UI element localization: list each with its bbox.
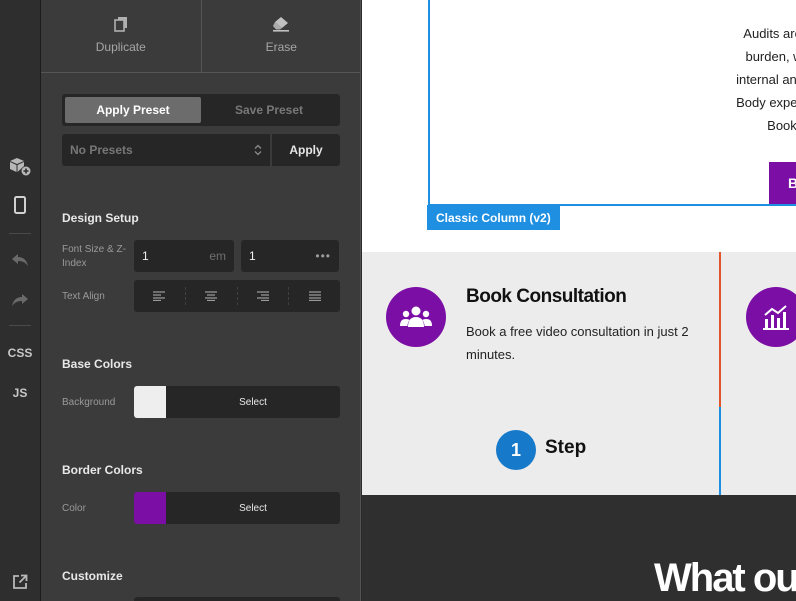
z-index-input[interactable]: 1 ••• bbox=[241, 240, 339, 272]
settings-panel: Duplicate Erase Apply Preset Save Preset… bbox=[41, 0, 361, 601]
align-justify-icon[interactable] bbox=[288, 287, 340, 305]
font-size-value: 1 bbox=[142, 249, 149, 263]
js-button[interactable]: JS bbox=[0, 384, 40, 402]
card-description: Book a free video consultation in just 2… bbox=[466, 324, 689, 362]
users-icon bbox=[386, 287, 446, 347]
mobile-icon[interactable] bbox=[0, 194, 40, 216]
align-left-icon[interactable] bbox=[134, 287, 185, 305]
book-button[interactable]: B bbox=[769, 162, 796, 204]
chevron-updown-icon bbox=[254, 144, 262, 156]
erase-button[interactable]: Erase bbox=[200, 0, 362, 72]
z-index-value: 1 bbox=[249, 249, 256, 263]
redo-icon[interactable] bbox=[0, 290, 40, 310]
css-button[interactable]: CSS bbox=[0, 344, 40, 362]
page-canvas: Audits are challengin burden, whether yo… bbox=[362, 0, 796, 601]
customize-title: Customize bbox=[62, 569, 123, 583]
background-swatch[interactable] bbox=[134, 386, 166, 418]
tab-save-preset[interactable]: Save Preset bbox=[201, 97, 337, 123]
rail-divider bbox=[9, 233, 31, 234]
external-link-icon[interactable] bbox=[0, 572, 40, 592]
preset-row: No Presets Apply bbox=[62, 134, 340, 166]
border-swatch[interactable] bbox=[134, 492, 166, 524]
tab-apply-preset[interactable]: Apply Preset bbox=[65, 97, 201, 123]
element-actions: Duplicate Erase bbox=[41, 0, 361, 73]
text-line: Audits are challengin bbox=[743, 26, 796, 41]
duplicate-button[interactable]: Duplicate bbox=[41, 0, 201, 72]
more-icon[interactable]: ••• bbox=[315, 249, 331, 263]
apply-preset-button[interactable]: Apply bbox=[272, 134, 340, 166]
classic-column[interactable]: Audits are challengin burden, whether yo… bbox=[428, 0, 796, 206]
text-line: burden, whether you bbox=[745, 49, 796, 64]
background-color-picker[interactable]: Select bbox=[134, 386, 340, 418]
text-line: internal and supplier a bbox=[736, 72, 796, 87]
design-setup-title: Design Setup bbox=[62, 211, 139, 225]
text-align-label: Text Align bbox=[62, 291, 105, 302]
border-colors-title: Border Colors bbox=[62, 463, 143, 477]
text-line: Body experience we h bbox=[736, 95, 796, 110]
font-size-label: Font Size & Z-Index bbox=[62, 244, 126, 269]
preset-select[interactable]: No Presets bbox=[62, 134, 270, 166]
font-size-unit[interactable]: em bbox=[209, 249, 226, 263]
column-tag[interactable]: Classic Column (v2) bbox=[427, 205, 560, 230]
classic-column-text: Audits are challengin burden, whether yo… bbox=[430, 22, 796, 137]
duplicate-icon bbox=[113, 17, 127, 32]
column-divider bbox=[719, 252, 721, 407]
preset-tabs: Apply Preset Save Preset bbox=[62, 94, 340, 126]
column-divider-selected bbox=[719, 407, 721, 495]
text-line: Book a video cor bbox=[767, 118, 796, 133]
align-right-icon[interactable] bbox=[236, 287, 289, 305]
border-select-button[interactable]: Select bbox=[166, 492, 340, 524]
duplicate-label: Duplicate bbox=[95, 40, 146, 54]
background-label: Background bbox=[62, 397, 116, 408]
rail-divider bbox=[9, 325, 31, 326]
font-size-input[interactable]: 1 em bbox=[134, 240, 234, 272]
undo-icon[interactable] bbox=[0, 250, 40, 270]
border-color-label: Color bbox=[62, 503, 86, 514]
border-color-picker[interactable]: Select bbox=[134, 492, 340, 524]
add-block-icon[interactable] bbox=[0, 152, 40, 178]
eraser-icon bbox=[273, 17, 290, 32]
tool-rail: CSS JS bbox=[0, 0, 41, 601]
editor-window: CSS JS Duplicate Erase Apply Preset Save… bbox=[0, 0, 796, 601]
erase-label: Erase bbox=[265, 40, 297, 54]
section-heading: What ou bbox=[654, 556, 796, 600]
align-center-icon[interactable] bbox=[184, 287, 237, 305]
customize-field[interactable] bbox=[134, 597, 340, 601]
preset-select-value: No Presets bbox=[70, 143, 133, 157]
background-select-button[interactable]: Select bbox=[166, 386, 340, 418]
card-title: Book Consultation bbox=[466, 286, 627, 307]
base-colors-title: Base Colors bbox=[62, 357, 133, 371]
step-label: Step bbox=[545, 437, 587, 458]
text-align-group bbox=[134, 280, 340, 312]
step-number: 1 bbox=[496, 430, 536, 470]
